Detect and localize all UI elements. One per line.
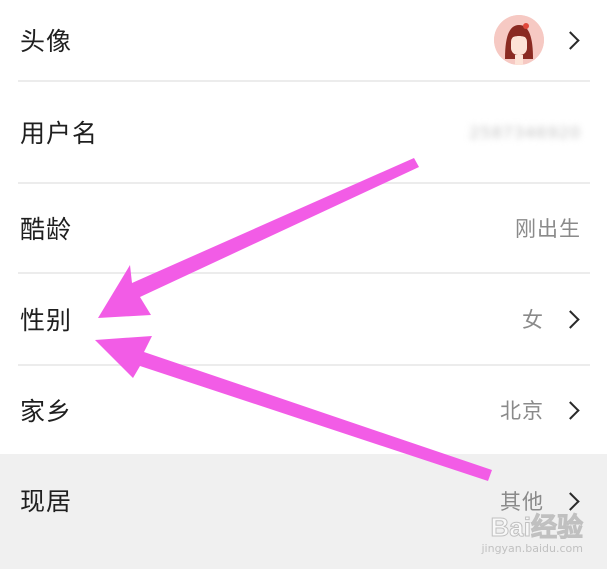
chevron-right-icon <box>561 30 580 50</box>
avatar[interactable] <box>494 15 544 65</box>
row-hometown[interactable]: 家乡 北京 <box>0 366 607 454</box>
row-avatar-right <box>494 15 581 65</box>
row-hometown-value: 北京 <box>500 399 544 423</box>
chevron-right-icon <box>561 309 580 329</box>
baidu-jingyan-watermark: Bai经验 jingyan.baidu.com <box>481 507 583 556</box>
row-username-label: 用户名 <box>20 119 99 148</box>
chevron-right-icon <box>561 400 580 420</box>
row-age-right: 刚出生 <box>515 213 581 243</box>
row-gender-value: 女 <box>522 308 544 332</box>
watermark-logo: Bai经验 <box>490 512 583 543</box>
row-age-label: 酷龄 <box>20 215 73 244</box>
row-hometown-label: 家乡 <box>20 397 73 426</box>
watermark-url: jingyan.baidu.com <box>481 542 583 555</box>
row-avatar[interactable]: 头像 <box>0 0 607 80</box>
row-hometown-right: 北京 <box>500 395 581 425</box>
row-age-value: 刚出生 <box>515 217 581 241</box>
row-username-right: 2587346920 <box>469 123 581 142</box>
row-age: 酷龄 刚出生 <box>0 184 607 272</box>
row-avatar-label: 头像 <box>20 27 73 56</box>
username-value-blurred: 2587346920 <box>469 122 581 142</box>
row-residence-label: 现居 <box>20 487 73 516</box>
row-gender[interactable]: 性别 女 <box>0 274 607 364</box>
row-gender-right: 女 <box>522 304 581 334</box>
row-username[interactable]: 用户名 2587346920 <box>0 82 607 182</box>
profile-settings-screen: 头像 用户名 2587346920 酷龄 刚出生 性别 女 家乡 北京 现居 其… <box>0 0 607 569</box>
row-gender-label: 性别 <box>20 306 73 335</box>
avatar-girl-icon <box>494 15 544 65</box>
